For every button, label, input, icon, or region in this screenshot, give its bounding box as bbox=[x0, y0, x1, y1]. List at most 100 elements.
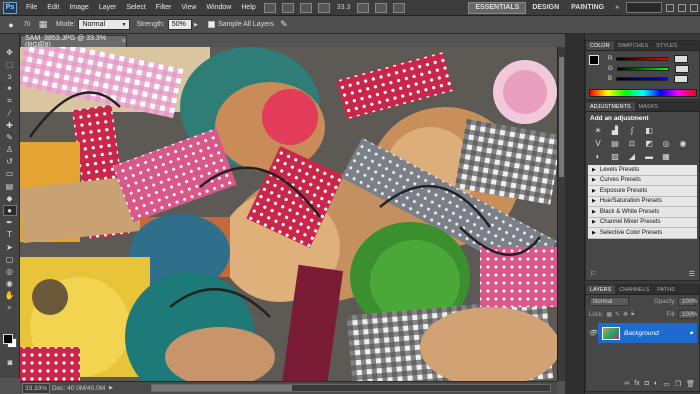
workspace-design[interactable]: DESIGN bbox=[526, 2, 565, 14]
fill-input[interactable]: 100% bbox=[678, 310, 697, 319]
delete-layer-icon[interactable]: 🗑︎ bbox=[686, 380, 695, 390]
channel-mixer-icon[interactable]: ◉ bbox=[677, 138, 689, 148]
search-input[interactable] bbox=[626, 2, 662, 13]
history-brush-tool-icon[interactable]: ↺ bbox=[3, 156, 17, 167]
tab-masks[interactable]: MASKS bbox=[635, 102, 662, 111]
blur-tool-icon[interactable]: ◆ bbox=[3, 193, 17, 204]
hue-saturation-icon[interactable]: ▤ bbox=[609, 138, 621, 148]
eyedropper-tool-icon[interactable]: ⁄ bbox=[3, 108, 17, 119]
layer-style-icon[interactable]: fx bbox=[634, 380, 639, 390]
threshold-icon[interactable]: ◢ bbox=[626, 151, 638, 161]
preset-curves[interactable]: ▶ Curves Presets bbox=[588, 176, 697, 186]
selective-color-icon[interactable]: ▦ bbox=[660, 151, 672, 161]
tab-color[interactable]: COLOR bbox=[586, 41, 614, 50]
blue-slider[interactable] bbox=[616, 77, 669, 81]
menu-view[interactable]: View bbox=[176, 4, 201, 11]
green-value-input[interactable] bbox=[674, 65, 689, 73]
color-balance-icon[interactable]: ⚖ bbox=[626, 138, 638, 148]
vertical-scrollbar[interactable] bbox=[557, 47, 565, 381]
opacity-input[interactable]: 100% bbox=[678, 297, 697, 306]
close-window-icon[interactable] bbox=[690, 3, 698, 12]
brush-tool-icon[interactable]: ✎ bbox=[3, 132, 17, 143]
brightness-contrast-icon[interactable]: ☀ bbox=[592, 125, 604, 135]
color-spectrum[interactable] bbox=[589, 89, 697, 97]
tab-layers[interactable]: LAYERS bbox=[586, 285, 616, 294]
mini-bridge-icon[interactable] bbox=[281, 2, 294, 13]
link-layers-icon[interactable]: ∞ bbox=[624, 380, 629, 390]
status-menu-arrow-icon[interactable]: ▶ bbox=[109, 385, 113, 391]
panel-menu-icon[interactable]: ☰ bbox=[689, 270, 695, 278]
new-group-icon[interactable]: ▭ bbox=[663, 380, 670, 390]
add-mask-icon[interactable]: ◘ bbox=[645, 380, 649, 390]
maximize-icon[interactable] bbox=[678, 3, 686, 12]
tab-channels[interactable]: CHANNELS bbox=[615, 285, 653, 294]
tab-paths[interactable]: PATHS bbox=[653, 285, 679, 294]
exposure-icon[interactable]: ◧ bbox=[643, 125, 655, 135]
tablet-pressure-icon[interactable]: ✎ bbox=[277, 19, 291, 31]
brush-size-picker[interactable]: 70 bbox=[18, 19, 36, 31]
healing-brush-tool-icon[interactable]: ✚ bbox=[3, 120, 17, 131]
zoom-tool-icon[interactable]: ⌕ bbox=[3, 303, 17, 314]
menu-select[interactable]: Select bbox=[121, 4, 150, 11]
color-panel-foreground-swatch[interactable] bbox=[589, 55, 599, 65]
workspace-essentials[interactable]: ESSENTIALS bbox=[468, 1, 527, 14]
preset-selective-color[interactable]: ▶ Selective Color Presets bbox=[588, 228, 697, 239]
status-zoom-field[interactable]: 33.33% bbox=[22, 382, 50, 394]
sponge-tool-icon[interactable]: ● bbox=[4, 19, 18, 31]
new-adjustment-icon[interactable]: ◐ bbox=[654, 380, 658, 390]
zoom-icon[interactable] bbox=[317, 2, 330, 13]
red-value-input[interactable] bbox=[674, 55, 689, 63]
menu-help[interactable]: Help bbox=[236, 4, 260, 11]
horizontal-scroll-thumb[interactable] bbox=[152, 385, 292, 391]
zoom-level-readout[interactable]: 33.3 bbox=[337, 4, 351, 11]
red-slider[interactable] bbox=[616, 57, 669, 61]
mode-select[interactable]: Normal ▼ bbox=[78, 19, 131, 30]
green-slider[interactable] bbox=[616, 67, 669, 71]
tab-adjustments[interactable]: ADJUSTMENTS bbox=[586, 102, 635, 111]
vibrance-icon[interactable]: V bbox=[592, 138, 604, 148]
lock-all-icon[interactable]: 🔒︎ bbox=[631, 311, 634, 318]
strength-input[interactable]: 50% bbox=[167, 19, 192, 30]
brush-panel-icon[interactable]: ▦ bbox=[36, 19, 50, 31]
preset-levels[interactable]: ▶ Levels Presets bbox=[588, 165, 697, 176]
menu-image[interactable]: Image bbox=[64, 4, 93, 11]
photo-filter-icon[interactable]: ◎ bbox=[660, 138, 672, 148]
lock-image-icon[interactable]: ✎ bbox=[615, 311, 620, 318]
gradient-map-icon[interactable]: ▬ bbox=[643, 151, 655, 161]
foreground-color-swatch[interactable] bbox=[3, 334, 13, 344]
lock-transparent-icon[interactable]: ▦ bbox=[606, 311, 612, 318]
tab-styles[interactable]: STYLES bbox=[652, 41, 681, 50]
hand-icon[interactable] bbox=[299, 2, 312, 13]
levels-icon[interactable]: ▟ bbox=[609, 125, 621, 135]
quick-mask-icon[interactable]: ◙ bbox=[3, 357, 17, 368]
vertical-scroll-thumb[interactable] bbox=[559, 57, 564, 177]
gradient-tool-icon[interactable]: ▤ bbox=[3, 181, 17, 192]
hand-tool-icon[interactable]: ✋ bbox=[3, 290, 17, 301]
arrange-documents-icon[interactable] bbox=[375, 2, 388, 13]
workspace-more-button[interactable]: » bbox=[610, 4, 624, 11]
lasso-tool-icon[interactable]: ↄ bbox=[3, 71, 17, 82]
clip-to-layer-icon[interactable]: ⚐ bbox=[590, 270, 596, 278]
image-canvas[interactable] bbox=[20, 47, 557, 381]
blend-mode-select[interactable]: Normal bbox=[589, 297, 629, 306]
shape-tool-icon[interactable]: ▢ bbox=[3, 254, 17, 265]
minimize-icon[interactable] bbox=[666, 3, 674, 12]
sponge-tool-icon[interactable]: ● bbox=[2, 205, 17, 217]
menu-edit[interactable]: Edit bbox=[42, 4, 64, 11]
3d-orbit-tool-icon[interactable]: ◉ bbox=[3, 278, 17, 289]
document-tab[interactable]: SAM_3853.JPG @ 33.3% (RGB/8) × bbox=[20, 35, 127, 49]
strength-slider-toggle[interactable]: ▶ bbox=[192, 19, 200, 31]
tab-swatches[interactable]: SWATCHES bbox=[614, 41, 653, 50]
workspace-painting[interactable]: PAINTING bbox=[565, 2, 610, 14]
path-select-tool-icon[interactable]: ➤ bbox=[3, 242, 17, 253]
preset-channel-mixer[interactable]: ▶ Channel Mixer Presets bbox=[588, 218, 697, 228]
clone-stamp-tool-icon[interactable]: ♙ bbox=[3, 144, 17, 155]
view-extras-icon[interactable] bbox=[357, 2, 370, 13]
black-white-icon[interactable]: ◩ bbox=[643, 138, 655, 148]
type-tool-icon[interactable]: T bbox=[3, 229, 17, 240]
preset-black-white[interactable]: ▶ Black & White Presets bbox=[588, 207, 697, 218]
curves-icon[interactable]: ∫ bbox=[626, 125, 638, 135]
menu-filter[interactable]: Filter bbox=[151, 4, 177, 11]
screen-mode-icon[interactable] bbox=[393, 2, 406, 13]
posterize-icon[interactable]: ▨ bbox=[609, 151, 621, 161]
